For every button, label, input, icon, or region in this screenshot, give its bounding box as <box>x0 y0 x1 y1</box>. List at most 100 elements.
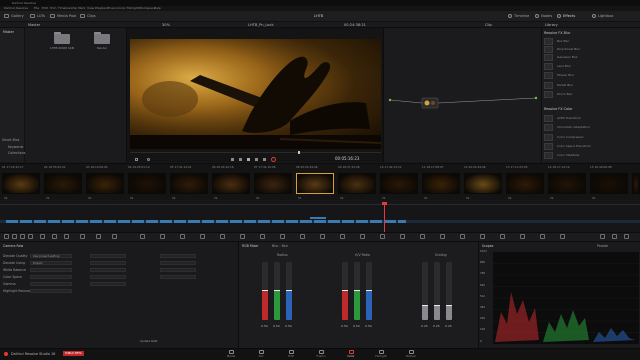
color-tool-icon[interactable] <box>440 234 445 239</box>
color-tool-icon[interactable] <box>420 234 425 239</box>
blur-slider-h-v-ratio-g[interactable] <box>354 262 360 320</box>
color-tool-icon[interactable] <box>460 234 465 239</box>
color-tool-icon[interactable] <box>560 234 565 239</box>
scope-mode-select[interactable]: Parade <box>597 244 608 248</box>
raw-param-field[interactable] <box>160 254 196 258</box>
raw-param-field[interactable] <box>90 275 126 279</box>
raw-field[interactable] <box>30 275 72 279</box>
slider-handle[interactable] <box>434 304 440 306</box>
folder-icon[interactable] <box>94 32 110 44</box>
clip-thumbnail[interactable] <box>464 173 502 194</box>
fx-zoom-blur[interactable]: Zoom Blur <box>544 91 636 98</box>
stop-icon[interactable] <box>247 158 250 161</box>
decode-quality-select[interactable]: Use project setting <box>30 254 72 258</box>
blur-slider-radius-b[interactable] <box>286 262 292 320</box>
blur-slider-scaling-r[interactable] <box>422 262 428 320</box>
color-tool-icon[interactable] <box>12 234 17 239</box>
color-tool-icon[interactable] <box>400 234 405 239</box>
mini-timeline[interactable] <box>0 200 640 232</box>
clip-thumbnail[interactable] <box>380 173 418 194</box>
blur-slider-radius-r[interactable] <box>262 262 268 320</box>
clip-thumbnail[interactable] <box>86 173 124 194</box>
blur-slider-radius-g[interactable] <box>274 262 280 320</box>
color-tool-icon[interactable] <box>80 234 85 239</box>
raw-param-field[interactable] <box>160 275 196 279</box>
color-tool-icon[interactable] <box>500 234 505 239</box>
clip-thumbnail[interactable] <box>44 173 82 194</box>
decode-using-select[interactable]: Project <box>30 261 72 265</box>
color-tool-icon[interactable] <box>20 234 25 239</box>
update-raw-button[interactable]: Update RAW <box>140 339 157 343</box>
color-tool-icon[interactable] <box>612 234 617 239</box>
slider-handle[interactable] <box>446 304 452 306</box>
page-cut-button[interactable]: Cut <box>252 350 270 359</box>
blur-slider-h-v-ratio-r[interactable] <box>342 262 348 320</box>
color-tool-icon[interactable] <box>180 234 185 239</box>
viewer-frame[interactable] <box>130 39 381 149</box>
media-pool-button[interactable]: Media Pool <box>50 13 76 20</box>
color-tool-icon[interactable] <box>340 234 345 239</box>
raw-param-field[interactable] <box>90 268 126 272</box>
raw-field[interactable] <box>30 282 72 286</box>
raw-param-field[interactable] <box>160 268 196 272</box>
clip-thumbnail[interactable] <box>590 173 628 194</box>
fx-aces-transform[interactable]: ACES Transform <box>544 115 636 122</box>
volume-icon[interactable] <box>147 158 150 161</box>
smart-bin-keywords[interactable]: Keywords <box>8 145 23 149</box>
color-tool-icon[interactable] <box>480 234 485 239</box>
scrub-bar[interactable] <box>130 151 381 154</box>
blur-slider-scaling-b[interactable] <box>446 262 452 320</box>
color-tool-icon[interactable] <box>624 234 629 239</box>
fx-radial-blur[interactable]: Radial Blur <box>544 82 636 89</box>
timeline-playhead[interactable] <box>384 202 385 232</box>
clip-thumbnail[interactable] <box>422 173 460 194</box>
effects-button[interactable]: Effects <box>557 13 575 20</box>
fx-lens-blur[interactable]: Lens Blur <box>544 63 636 70</box>
clip-thumbnail[interactable] <box>254 173 292 194</box>
color-tool-icon[interactable] <box>520 234 525 239</box>
color-tool-icon[interactable] <box>360 234 365 239</box>
smart-bin-collections[interactable]: Collections <box>8 151 25 155</box>
page-fusion-button[interactable]: Fusion <box>312 350 330 359</box>
page-edit-button[interactable]: Edit <box>282 350 300 359</box>
slider-handle[interactable] <box>342 290 348 291</box>
track-clip[interactable] <box>310 217 326 219</box>
play-icon[interactable] <box>255 158 258 161</box>
color-tool-icon[interactable] <box>64 234 69 239</box>
raw-field[interactable] <box>30 268 72 272</box>
slider-handle[interactable] <box>274 290 280 291</box>
clip-thumbnail[interactable] <box>212 173 250 194</box>
fx-directional-blur[interactable]: Directional Blur <box>544 46 636 53</box>
video-track[interactable] <box>0 220 640 223</box>
color-tool-icon[interactable] <box>200 234 205 239</box>
clip-thumbnail[interactable] <box>170 173 208 194</box>
raw-param-field[interactable] <box>90 254 126 258</box>
fx-gaussian-blur[interactable]: Gaussian Blur <box>544 54 636 61</box>
nodes-button[interactable]: Nodes <box>535 13 552 20</box>
fx-color-stabilizer[interactable]: Color Stabilizer <box>544 152 636 159</box>
loop-icon[interactable] <box>271 157 276 162</box>
clips-button[interactable]: Clips <box>80 13 96 20</box>
raw-param-field[interactable] <box>90 261 126 265</box>
color-tool-icon[interactable] <box>52 234 57 239</box>
clip-thumbnail[interactable] <box>548 173 586 194</box>
clip-thumbnail[interactable] <box>296 173 334 194</box>
clip-thumbnail[interactable] <box>128 173 166 194</box>
raw-param-field[interactable] <box>160 261 196 265</box>
clip-thumbnail[interactable] <box>338 173 376 194</box>
luts-button[interactable]: LUTs <box>30 13 45 20</box>
node-editor[interactable] <box>383 28 541 162</box>
color-tool-icon[interactable] <box>140 234 145 239</box>
fx-mosaic-blur[interactable]: Mosaic Blur <box>544 72 636 79</box>
fx-box-blur[interactable]: Box Blur <box>544 38 636 45</box>
color-tool-icon[interactable] <box>600 234 605 239</box>
fx-color-compressor[interactable]: Color Compressor <box>544 134 636 141</box>
color-tool-icon[interactable] <box>28 234 33 239</box>
page-media-button[interactable]: Media <box>222 350 240 359</box>
skip-back-icon[interactable] <box>231 158 234 161</box>
color-tool-icon[interactable] <box>40 234 45 239</box>
pen-icon[interactable] <box>135 158 138 161</box>
clip-thumbnail[interactable] <box>506 173 544 194</box>
lightbox-button[interactable]: Lightbox <box>592 13 613 20</box>
bin-master[interactable]: Master <box>3 30 14 34</box>
